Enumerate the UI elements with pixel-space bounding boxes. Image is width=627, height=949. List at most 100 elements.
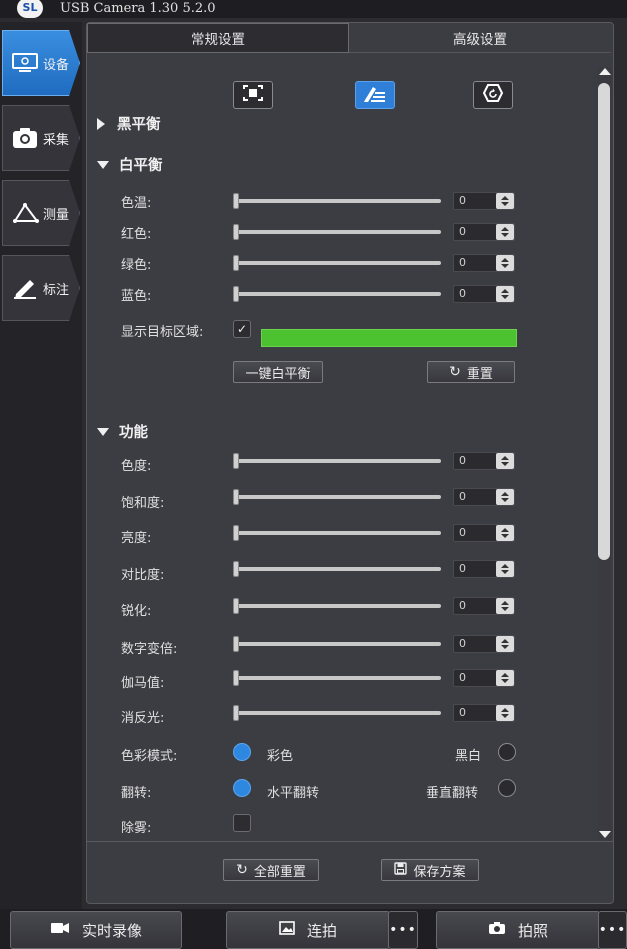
spin-arrows-icon[interactable]	[496, 489, 514, 505]
green-spinbox[interactable]: 0	[453, 254, 515, 272]
spin-arrows-icon[interactable]	[496, 670, 514, 686]
section-white-balance[interactable]: 白平衡	[97, 154, 163, 175]
red-slider[interactable]	[233, 224, 441, 240]
save-icon	[394, 861, 408, 879]
red-spinbox[interactable]: 0	[453, 223, 515, 241]
color-mode-bw-radio[interactable]	[498, 743, 516, 761]
row-label: 色彩模式:	[121, 749, 178, 764]
spin-arrows-icon[interactable]	[496, 636, 514, 652]
row-label: 红色:	[121, 227, 152, 242]
spin-arrows-icon[interactable]	[496, 224, 514, 240]
expanded-arrow-icon	[97, 160, 109, 169]
spin-arrows-icon[interactable]	[496, 561, 514, 577]
section-black-balance[interactable]: 黑平衡	[97, 113, 161, 134]
spin-arrows-icon[interactable]	[496, 598, 514, 614]
show-target-area-checkbox[interactable]: ✓	[233, 320, 251, 338]
take-photo-button[interactable]: 拍照	[436, 911, 600, 949]
row-label: 对比度:	[121, 568, 165, 583]
photo-more-button[interactable]: •••	[598, 911, 627, 949]
settings-tabs: 常规设置 高级设置	[87, 23, 613, 53]
row-label: 色度:	[121, 459, 152, 474]
spin-arrows-icon[interactable]	[496, 705, 514, 721]
spin-arrows-icon[interactable]	[496, 193, 514, 209]
sharpness-spinbox[interactable]: 0	[453, 597, 515, 615]
defog-checkbox[interactable]	[233, 814, 251, 832]
record-video-button[interactable]: 实时录像	[10, 911, 182, 949]
hue-spinbox[interactable]: 0	[453, 452, 515, 470]
nav-item-capture[interactable]: 采集	[2, 105, 80, 171]
digital-zoom-spinbox[interactable]: 0	[453, 635, 515, 653]
row-label: 锐化:	[121, 604, 152, 619]
nav-label: 测量	[43, 207, 70, 223]
tab-advanced-settings[interactable]: 高级设置	[349, 23, 611, 53]
contrast-spinbox[interactable]: 0	[453, 560, 515, 578]
divider	[87, 841, 613, 842]
app-title: USB Camera 1.30 5.2.0	[60, 1, 216, 16]
hue-slider[interactable]	[233, 453, 441, 469]
blue-spinbox[interactable]: 0	[453, 285, 515, 303]
save-scheme-button[interactable]: 保存方案	[381, 859, 479, 881]
row-label: 绿色:	[121, 258, 152, 273]
anti-glare-spinbox[interactable]: 0	[453, 704, 515, 722]
row-label: 色温:	[121, 196, 152, 211]
burst-more-button[interactable]: •••	[388, 911, 418, 949]
nav-label: 设备	[43, 57, 70, 73]
flip-vertical-radio[interactable]	[498, 779, 516, 797]
spin-arrows-icon[interactable]	[496, 255, 514, 271]
spin-arrows-icon[interactable]	[496, 525, 514, 541]
brightness-spinbox[interactable]: 0	[453, 524, 515, 542]
nav-item-device[interactable]: 设备	[2, 30, 80, 96]
option-label: 水平翻转	[267, 786, 320, 801]
row-label: 饱和度:	[121, 496, 165, 511]
expanded-arrow-icon	[97, 427, 109, 436]
tab-normal-settings[interactable]: 常规设置	[87, 23, 349, 53]
settings-panel: 常规设置 高级设置 黑平衡 白平衡 色温: 0 红色: 0 绿色: 0 蓝色: …	[86, 22, 614, 904]
row-label: 翻转:	[121, 786, 152, 801]
auto-white-balance-button[interactable]: 一键白平衡	[233, 361, 323, 383]
row-label: 除雾:	[121, 821, 152, 836]
app-logo: SL	[17, 0, 43, 18]
burst-shot-button[interactable]: 连拍	[226, 911, 390, 949]
color-mode-color-radio[interactable]	[233, 743, 251, 761]
option-label: 彩色	[267, 749, 294, 764]
frame-select-button[interactable]	[233, 81, 273, 109]
section-functions[interactable]: 功能	[97, 421, 148, 442]
reset-all-button[interactable]: ↻ 全部重置	[223, 859, 319, 881]
target-area-color	[261, 329, 517, 347]
title-bar: SL USB Camera 1.30 5.2.0	[0, 0, 627, 18]
scroll-up-icon[interactable]	[599, 68, 611, 75]
scrollbar-thumb[interactable]	[598, 83, 610, 560]
green-slider[interactable]	[233, 255, 441, 271]
color-temperature-slider[interactable]	[233, 193, 441, 209]
nav-label: 标注	[43, 282, 70, 298]
reset-black-balance-button[interactable]	[473, 81, 513, 109]
flip-horizontal-radio[interactable]	[233, 779, 251, 797]
camera-icon	[9, 123, 41, 153]
anti-glare-slider[interactable]	[233, 705, 441, 721]
settings-scroll-area: 黑平衡 白平衡 色温: 0 红色: 0 绿色: 0 蓝色: 0 显示目标区域: …	[87, 55, 613, 840]
manual-edit-icon	[362, 83, 388, 107]
monitor-icon	[9, 48, 41, 78]
option-label: 垂直翻转	[426, 786, 479, 801]
spin-arrows-icon[interactable]	[496, 453, 514, 469]
manual-edit-button[interactable]	[355, 81, 395, 109]
digital-zoom-slider[interactable]	[233, 636, 441, 652]
saturation-slider[interactable]	[233, 489, 441, 505]
sharpness-slider[interactable]	[233, 598, 441, 614]
left-nav: 设备 采集 测量 标注	[0, 22, 82, 910]
color-temperature-spinbox[interactable]: 0	[453, 192, 515, 210]
saturation-spinbox[interactable]: 0	[453, 488, 515, 506]
reset-white-balance-button[interactable]: ↻ 重置	[427, 361, 515, 383]
scroll-down-icon[interactable]	[599, 831, 611, 838]
reset-circle-icon	[481, 82, 505, 108]
nav-item-measure[interactable]: 测量	[2, 180, 80, 246]
refresh-icon: ↻	[236, 862, 248, 878]
contrast-slider[interactable]	[233, 561, 441, 577]
spin-arrows-icon[interactable]	[496, 286, 514, 302]
brightness-slider[interactable]	[233, 525, 441, 541]
gamma-slider[interactable]	[233, 670, 441, 686]
nav-item-annotate[interactable]: 标注	[2, 255, 80, 321]
row-label: 蓝色:	[121, 289, 152, 304]
blue-slider[interactable]	[233, 286, 441, 302]
gamma-spinbox[interactable]: 0	[453, 669, 515, 687]
